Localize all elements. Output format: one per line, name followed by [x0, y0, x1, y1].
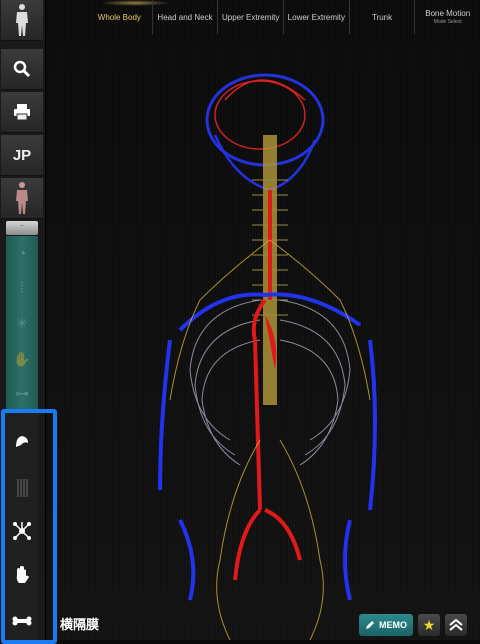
tab-label: Bone Motion [425, 9, 471, 18]
body-view-button[interactable] [1, 0, 43, 41]
search-icon [13, 60, 31, 78]
tab-label: Upper Extremity [222, 12, 280, 22]
joint-icon[interactable]: ⊶ [6, 376, 38, 410]
tab-upper-extremity[interactable]: Upper Extremity [218, 0, 285, 34]
layer-panel-handle[interactable]: ⁼ [6, 221, 38, 235]
search-button[interactable] [1, 49, 43, 90]
tab-label: Whole Body [97, 12, 141, 22]
muscle-figure-icon [16, 182, 28, 214]
tab-whole-body[interactable]: Whole Body [87, 0, 153, 34]
bone-icon[interactable]: ⦙ [6, 270, 38, 304]
region-tabs: Whole Body Head and Neck Upper Extremity… [87, 0, 480, 34]
tab-head-and-neck[interactable]: Head and Neck [153, 0, 219, 34]
body-figure-icon [16, 4, 28, 36]
pencil-icon [366, 621, 374, 629]
muscle-icon[interactable]: ◔ [6, 236, 38, 270]
tab-trunk[interactable]: Trunk [350, 0, 416, 34]
print-icon [14, 104, 30, 120]
star-icon: ★ [422, 616, 436, 633]
structure-caption: 横隔膜 [60, 617, 100, 632]
nerve-icon[interactable]: ✳ [6, 306, 38, 340]
tab-bone-motion[interactable]: Bone Motion Mode Select [415, 0, 480, 34]
muscle-view-button[interactable] [1, 178, 43, 219]
double-chevron-up-icon [449, 619, 463, 631]
collapse-button[interactable] [445, 614, 467, 636]
language-button[interactable]: JP [1, 135, 43, 176]
selection-highlight [1, 409, 57, 644]
anatomy-model[interactable] [140, 40, 400, 640]
memo-label: MEMO [379, 620, 407, 630]
print-button[interactable] [1, 92, 43, 133]
hand-icon[interactable]: ✋ [6, 342, 38, 376]
layer-panel-upper: ◔ ⦙ ✳ ✋ ⊶ [6, 236, 38, 411]
memo-button[interactable]: MEMO [359, 614, 413, 636]
favorite-button[interactable]: ★ [418, 614, 440, 636]
language-label: JP [12, 146, 32, 164]
tab-label: Head and Neck [157, 12, 213, 22]
tab-sublabel: Mode Select [433, 19, 462, 25]
tab-lower-extremity[interactable]: Lower Extremity [284, 0, 350, 34]
tab-label: Lower Extremity [287, 12, 346, 22]
tab-label: Trunk [371, 12, 393, 22]
